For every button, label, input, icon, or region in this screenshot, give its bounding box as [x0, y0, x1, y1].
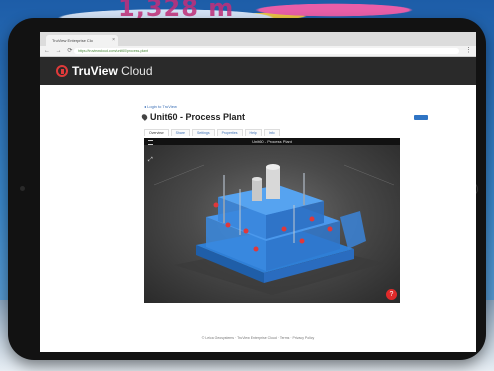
- app-brand-suffix: Cloud: [121, 64, 153, 78]
- viewer-3d-scene[interactable]: ⤢ ?: [144, 145, 400, 303]
- tab-overview[interactable]: Overview: [144, 129, 169, 136]
- camera-icon: [20, 186, 25, 191]
- browser-nav-icons[interactable]: ← → ⟳: [44, 47, 74, 54]
- tab-properties[interactable]: Properties: [216, 129, 243, 136]
- url-input[interactable]: https://truviewcloud.com/unit60/process-…: [74, 48, 459, 54]
- help-button[interactable]: ?: [386, 289, 397, 300]
- page-footer: © Leica Geosystems · TruView Enterprise …: [201, 336, 315, 340]
- share-button[interactable]: [414, 115, 428, 120]
- browser-menu-icon[interactable]: ⋮: [465, 46, 472, 54]
- app-brand: TruView: [72, 64, 118, 78]
- browser-address-bar: ← → ⟳ https://truviewcloud.com/unit60/pr…: [40, 46, 476, 57]
- close-icon[interactable]: ×: [112, 35, 115, 46]
- page-title: Unit60 - Process Plant: [140, 112, 246, 122]
- browser-tab-title: TruView Enterprise Clo: [52, 38, 93, 43]
- tab-info[interactable]: Info: [263, 129, 280, 136]
- app-logo[interactable]: TruView Cloud: [72, 64, 153, 78]
- app-header: TruView Cloud: [40, 57, 476, 85]
- location-pin-icon: [140, 113, 149, 121]
- project-tabs: Overview Share Settings Properties Help …: [144, 129, 280, 136]
- tab-help[interactable]: Help: [244, 129, 262, 136]
- viewer-toolbar: Unit60 - Process Plant: [144, 138, 400, 145]
- tab-share[interactable]: Share: [170, 129, 190, 136]
- truview-logo-icon: [56, 65, 68, 77]
- tablet-screen: TruView Enterprise Clo × ← → ⟳ https://t…: [40, 32, 476, 352]
- point-cloud-viewer[interactable]: Unit60 - Process Plant ⤢ ?: [144, 138, 400, 303]
- fullscreen-icon[interactable]: ⤢: [148, 157, 153, 164]
- process-plant-model: [153, 164, 395, 295]
- browser-tab-bar: TruView Enterprise Clo ×: [40, 32, 476, 46]
- back-link[interactable]: ◂ Login to TruView: [144, 104, 177, 109]
- page-title-text: Unit60 - Process Plant: [150, 112, 246, 122]
- viewer-title: Unit60 - Process Plant: [252, 139, 292, 144]
- tablet-device: TruView Enterprise Clo × ← → ⟳ https://t…: [8, 18, 486, 360]
- browser-tab[interactable]: TruView Enterprise Clo ×: [46, 35, 118, 46]
- tab-settings[interactable]: Settings: [191, 129, 215, 136]
